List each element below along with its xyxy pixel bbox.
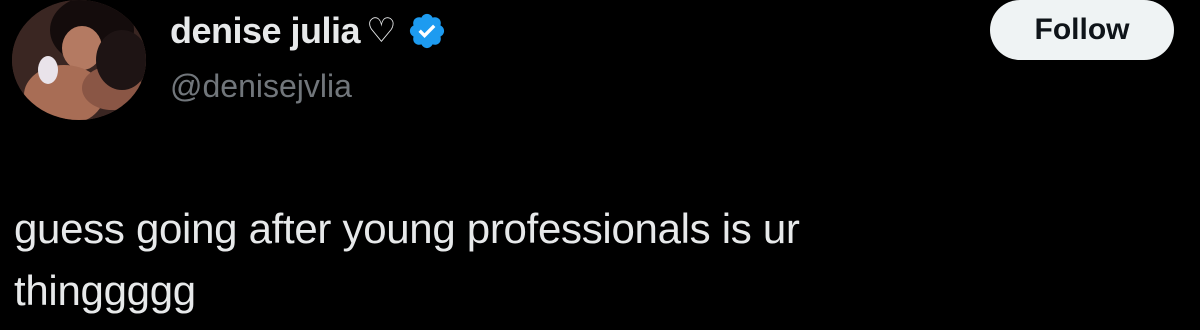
white-heart-icon: ♡ (366, 12, 397, 50)
author-handle[interactable]: @denisejvlia (170, 68, 352, 105)
author-name-row: denise julia ♡ (170, 6, 447, 56)
verified-badge-icon[interactable] (407, 11, 447, 51)
avatar[interactable] (12, 0, 146, 120)
tweet-card: denise julia ♡ @denisejvlia Follow guess… (0, 0, 1200, 330)
follow-button[interactable]: Follow (990, 0, 1174, 60)
tweet-text: guess going after young professionals is… (14, 205, 800, 314)
avatar-image (12, 0, 146, 120)
author-display-name[interactable]: denise julia (170, 10, 361, 52)
